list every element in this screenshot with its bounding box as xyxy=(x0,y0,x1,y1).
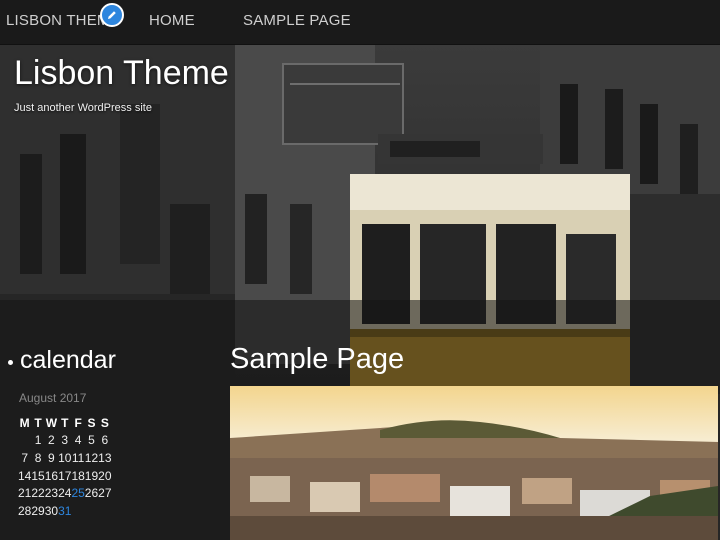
calendar-week-row: 14 15 16 17 18 19 20 xyxy=(18,467,112,485)
calendar-day: 10 xyxy=(58,450,72,465)
calendar-day: 7 xyxy=(21,450,29,465)
widget-title: calendar xyxy=(8,346,223,375)
calendar-week-row: 28 29 30 31 xyxy=(18,502,112,520)
calendar-weekday: T xyxy=(34,415,42,430)
calendar-widget: calendar August 2017 xyxy=(8,346,223,405)
calendar-day: 4 xyxy=(74,433,82,448)
calendar-day: 26 xyxy=(84,486,99,501)
calendar-week-row: 21 22 23 24 25 26 27 xyxy=(18,484,112,502)
widget-title-text: calendar xyxy=(20,346,116,374)
calendar-week-row: 123456 xyxy=(18,432,112,450)
calendar-day[interactable]: 25 xyxy=(71,484,84,502)
calendar-day: 19 xyxy=(84,468,99,483)
featured-image xyxy=(230,386,718,540)
calendar-day: 9 xyxy=(48,450,55,465)
calendar-day: 3 xyxy=(61,433,69,448)
nav-item-sample-page[interactable]: SAMPLE PAGE xyxy=(243,12,351,29)
calendar-day xyxy=(85,502,98,520)
calendar-day: 29 xyxy=(31,503,45,518)
calendar-caption: August 2017 xyxy=(19,391,87,405)
calendar-day xyxy=(98,502,111,520)
calendar-day: 17 xyxy=(58,468,72,483)
top-navigation: LISBON THEME HOME SAMPLE PAGE xyxy=(0,0,720,45)
calendar-day: 21 xyxy=(18,486,32,501)
nav-site-name[interactable]: LISBON THEME xyxy=(6,12,104,29)
calendar-day: 15 xyxy=(31,468,45,483)
calendar-weekday-row: MTWTFSS xyxy=(18,414,112,432)
calendar-day xyxy=(18,432,31,450)
calendar-day: 12 xyxy=(84,450,99,465)
page-title: Sample Page xyxy=(230,343,405,375)
calendar-day: 20 xyxy=(98,468,112,483)
calendar-week-row: 7 8 9 10 11 12 13 xyxy=(18,449,112,467)
calendar-weekday: S xyxy=(87,415,96,430)
calendar-weekday: F xyxy=(74,415,82,430)
calendar-weekday: S xyxy=(100,415,109,430)
calendar-day: 8 xyxy=(34,450,42,465)
pencil-icon[interactable] xyxy=(100,3,124,27)
calendar-day: 22 xyxy=(31,486,45,501)
bullet-icon xyxy=(8,360,13,365)
calendar-day: 6 xyxy=(101,433,109,448)
site-title[interactable]: Lisbon Theme xyxy=(14,54,229,93)
calendar-day: 11 xyxy=(71,450,85,465)
site-tagline: Just another WordPress site xyxy=(14,102,152,114)
calendar-day: 23 xyxy=(44,486,59,501)
nav-item-home[interactable]: HOME xyxy=(149,12,195,29)
calendar-day: 27 xyxy=(98,486,112,501)
calendar-day xyxy=(71,502,84,520)
calendar-weekday: T xyxy=(61,415,69,430)
calendar-weekday: W xyxy=(45,415,58,430)
calendar-day: 13 xyxy=(98,450,112,465)
calendar-day: 5 xyxy=(88,433,95,448)
calendar-weekday: M xyxy=(19,415,30,430)
calendar-day: 14 xyxy=(18,468,32,483)
calendar-day: 1 xyxy=(34,433,42,448)
calendar-day: 24 xyxy=(58,486,72,501)
calendar-day: 16 xyxy=(44,468,59,483)
calendar-day: 18 xyxy=(71,468,85,483)
calendar-day[interactable]: 31 xyxy=(58,502,71,520)
calendar-table: MTWTFSS 1 2 3 4 5 6 7 8 9 10 11 12 13 14 15 16 17 18 19 20 2… xyxy=(18,414,112,520)
calendar-day: 28 xyxy=(18,503,32,518)
calendar-day: 2 xyxy=(48,433,55,448)
calendar-body: 1 2 3 4 5 6 7 8 9 10 11 12 13 14 15 16 17 18 19 20 21 22 23 24 2… xyxy=(18,432,112,520)
calendar-day: 30 xyxy=(44,503,59,518)
